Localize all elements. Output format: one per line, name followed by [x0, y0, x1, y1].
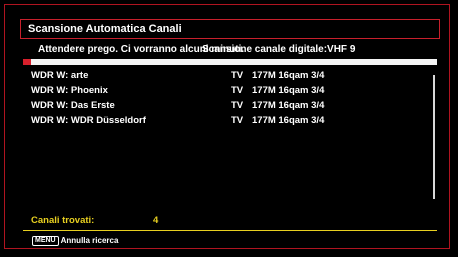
channel-frequency: 177M 16qam 3/4 [252, 70, 325, 81]
channel-list: WDR W: arte TV 177M 16qam 3/4 WDR W: Pho… [23, 68, 429, 208]
scan-status: Scansione canale digitale:VHF 9 [202, 44, 356, 55]
progress-fill [23, 59, 32, 65]
channels-found: Canali trovati: 4 [31, 215, 331, 227]
footer-divider [23, 230, 437, 231]
channel-name: WDR W: WDR Düsseldorf [31, 115, 146, 126]
cancel-search-label: Annulla ricerca [60, 236, 119, 245]
channels-found-count: 4 [153, 215, 159, 226]
channel-row[interactable]: WDR W: Das Erste TV 177M 16qam 3/4 [23, 98, 429, 113]
channel-type: TV [231, 115, 244, 126]
dialog-title: Scansione Automatica Canali [20, 19, 440, 39]
channel-frequency: 177M 16qam 3/4 [252, 85, 325, 96]
channel-frequency: 177M 16qam 3/4 [252, 100, 325, 111]
progress-bar [23, 59, 437, 65]
channel-row[interactable]: WDR W: arte TV 177M 16qam 3/4 [23, 68, 429, 83]
channel-name: WDR W: arte [31, 70, 89, 81]
menu-key-button[interactable]: MENU [32, 235, 59, 246]
channel-row[interactable]: WDR W: Phoenix TV 177M 16qam 3/4 [23, 83, 429, 98]
channel-type: TV [231, 85, 244, 96]
channel-frequency: 177M 16qam 3/4 [252, 115, 325, 126]
channel-name: WDR W: Phoenix [31, 85, 108, 96]
channel-row[interactable]: WDR W: WDR Düsseldorf TV 177M 16qam 3/4 [23, 113, 429, 128]
footer-hint: MENU Annulla ricerca [32, 235, 118, 246]
channel-name: WDR W: Das Erste [31, 100, 115, 111]
channels-found-label: Canali trovati: [31, 215, 95, 226]
channel-type: TV [231, 70, 244, 81]
list-scrollbar[interactable] [433, 75, 435, 199]
info-row: Attendere prego. Ci vorranno alcuni minu… [20, 43, 440, 57]
channel-type: TV [231, 100, 244, 111]
